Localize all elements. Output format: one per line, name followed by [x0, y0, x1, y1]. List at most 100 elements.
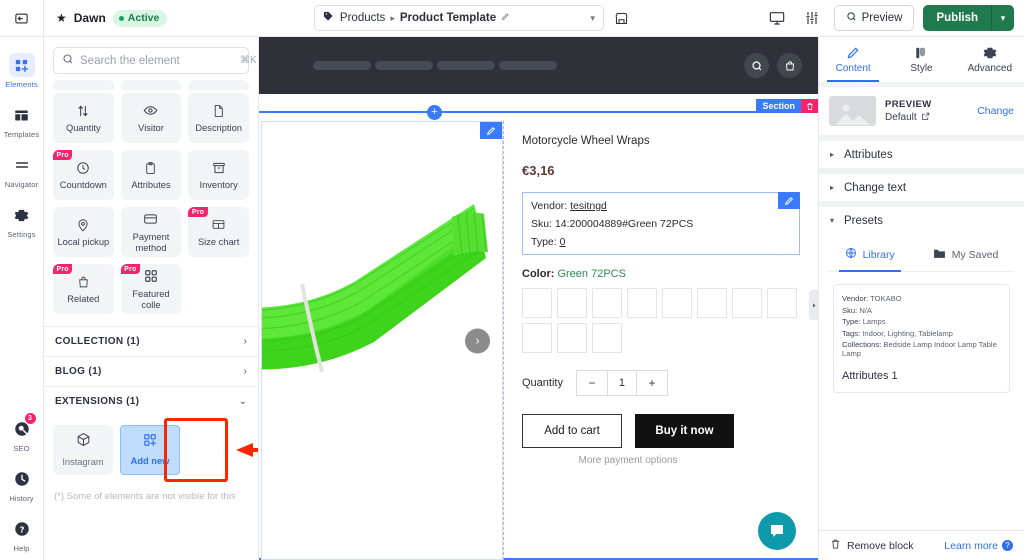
store-icon[interactable] — [614, 11, 629, 26]
desktop-icon[interactable] — [764, 5, 790, 31]
buy-it-now-button[interactable]: Buy it now — [635, 414, 734, 448]
pencil-icon[interactable] — [501, 12, 510, 24]
element-tile-description[interactable]: Description — [188, 93, 249, 143]
add-new-button[interactable]: Add new — [120, 425, 180, 475]
tab-content[interactable]: Content — [819, 37, 887, 82]
sidebar-item-seo[interactable]: 3 SEO — [0, 410, 44, 460]
element-tile-local-pickup[interactable]: Local pickup — [53, 207, 114, 257]
attribute-value[interactable]: tesitngd — [570, 200, 607, 212]
element-tile-size-chart[interactable]: Pro Size chart — [188, 207, 249, 257]
element-tile-featured-collection[interactable]: Pro Featured colle — [120, 264, 182, 314]
attribute-value[interactable]: 0 — [560, 236, 566, 248]
theme-indicator[interactable]: ★ Dawn Active — [44, 9, 179, 27]
sidebar-item-help[interactable]: ? Help — [0, 510, 44, 560]
attributes-block[interactable]: Vendor: tesitngd Sku: 14:200004889#Green… — [522, 192, 800, 255]
element-tile-clipped[interactable] — [120, 80, 182, 90]
sidebar-label-elements: Elements — [5, 80, 38, 89]
color-swatch[interactable] — [767, 288, 797, 318]
element-tile-payment-method[interactable]: Payment method — [120, 207, 182, 257]
extension-tile-instagram[interactable]: Instagram — [53, 425, 113, 475]
collapse-panel-button[interactable] — [809, 290, 818, 320]
tab-advanced[interactable]: Advanced — [956, 37, 1024, 82]
learn-more-link[interactable]: Learn more ? — [944, 540, 1013, 552]
accordion-blog[interactable]: BLOG (1) › — [44, 356, 258, 386]
element-tile-countdown[interactable]: Pro Countdown — [53, 150, 114, 200]
sidebar-item-history[interactable]: History — [0, 460, 44, 510]
sidebar-label-navigator: Navigator — [4, 180, 39, 189]
chat-bubble-icon[interactable] — [758, 512, 796, 550]
preset-value: Lamps — [862, 317, 886, 326]
product-media[interactable]: › — [261, 121, 503, 560]
quantity-increase-button[interactable]: + — [637, 371, 667, 395]
add-section-button[interactable]: + — [427, 105, 442, 120]
color-swatch[interactable] — [522, 323, 552, 353]
next-image-button[interactable]: › — [465, 328, 490, 353]
remove-block-label: Remove block — [847, 539, 914, 552]
color-swatch[interactable] — [592, 288, 622, 318]
preview-change-link[interactable]: Change — [977, 105, 1014, 117]
preset-tab-label: My Saved — [951, 249, 999, 261]
sidebar-item-templates[interactable]: Templates — [0, 96, 44, 146]
color-swatch[interactable] — [627, 288, 657, 318]
publish-button[interactable]: Publish — [923, 5, 992, 31]
preset-key: Type: — [842, 317, 861, 326]
preview-button[interactable]: Preview — [833, 5, 915, 31]
attribute-row-type: Type: 0 — [531, 236, 791, 248]
section-change-text[interactable]: ▸ Change text — [819, 173, 1024, 201]
canvas-body: + Section › Motorcycle Wheel Wraps €3,16… — [259, 94, 818, 560]
bag-icon[interactable] — [777, 53, 802, 78]
trash-icon[interactable] — [801, 99, 818, 113]
preset-tab-library[interactable]: Library — [838, 240, 901, 272]
publish-dropdown-button[interactable]: ▾ — [992, 5, 1014, 31]
quantity-decrease-button[interactable]: − — [577, 371, 607, 395]
quantity-value[interactable]: 1 — [606, 371, 637, 395]
element-tile-related[interactable]: Pro Related — [53, 264, 114, 314]
element-tile-visitor[interactable]: Visitor — [120, 93, 182, 143]
section-presets[interactable]: ▾ Presets — [819, 206, 1024, 234]
color-swatch[interactable] — [592, 323, 622, 353]
sidebar-item-settings[interactable]: Settings — [0, 196, 44, 246]
chevron-down-icon[interactable]: ▾ — [590, 13, 595, 24]
color-swatch[interactable] — [522, 288, 552, 318]
section-tag-label[interactable]: Section — [756, 101, 801, 111]
element-tile-clipped[interactable] — [188, 80, 249, 90]
preset-tab-my-saved[interactable]: My Saved — [927, 240, 1005, 271]
color-swatch[interactable] — [662, 288, 692, 318]
navigator-lines-icon — [9, 153, 35, 177]
element-tile-quantity[interactable]: Quantity — [53, 93, 114, 143]
color-swatch[interactable] — [557, 288, 587, 318]
accordion-label: COLLECTION (1) — [55, 336, 140, 347]
color-value: Green 72PCS — [557, 268, 626, 280]
attributes-edit-button[interactable] — [778, 192, 800, 209]
tab-style[interactable]: Style — [887, 37, 955, 82]
accordion-label: EXTENSIONS (1) — [55, 396, 140, 407]
elements-scroll[interactable]: Quantity Visitor Description Pro Countdo… — [44, 80, 258, 560]
element-tile-clipped[interactable] — [53, 80, 114, 90]
color-swatch[interactable] — [557, 323, 587, 353]
preset-card-attributes-1[interactable]: Vendor: TOKABO Sku: N/A Type: Lamps Tags… — [833, 284, 1010, 393]
sidebar-label-settings: Settings — [7, 230, 36, 239]
more-payment-options-link[interactable]: More payment options — [522, 455, 734, 466]
search-wrap: ⌘K — [44, 37, 258, 80]
color-swatch[interactable] — [732, 288, 762, 318]
breadcrumb[interactable]: Products ▸ Product Template ▾ — [313, 5, 604, 31]
globe-icon — [845, 246, 857, 264]
back-button[interactable] — [0, 0, 44, 36]
sliders-icon[interactable] — [799, 5, 825, 31]
external-link-icon[interactable] — [921, 112, 930, 124]
element-tile-attributes[interactable]: Attributes — [120, 150, 182, 200]
element-tile-inventory[interactable]: Inventory — [188, 150, 249, 200]
search-input[interactable] — [80, 54, 234, 67]
search-box[interactable]: ⌘K — [53, 47, 257, 74]
preview-subtitle-row: Default — [885, 112, 968, 124]
sidebar-item-elements[interactable]: Elements — [0, 46, 44, 96]
search-icon[interactable] — [744, 53, 769, 78]
remove-block-button[interactable]: Remove block — [830, 538, 914, 553]
color-swatch[interactable] — [697, 288, 727, 318]
add-to-cart-button[interactable]: Add to cart — [522, 414, 622, 448]
sidebar-item-navigator[interactable]: Navigator — [0, 146, 44, 196]
accordion-collection[interactable]: COLLECTION (1) › — [44, 326, 258, 356]
section-attributes[interactable]: ▸ Attributes — [819, 140, 1024, 168]
media-edit-button[interactable] — [480, 122, 502, 139]
accordion-extensions[interactable]: EXTENSIONS (1) ⌄ — [44, 386, 258, 416]
